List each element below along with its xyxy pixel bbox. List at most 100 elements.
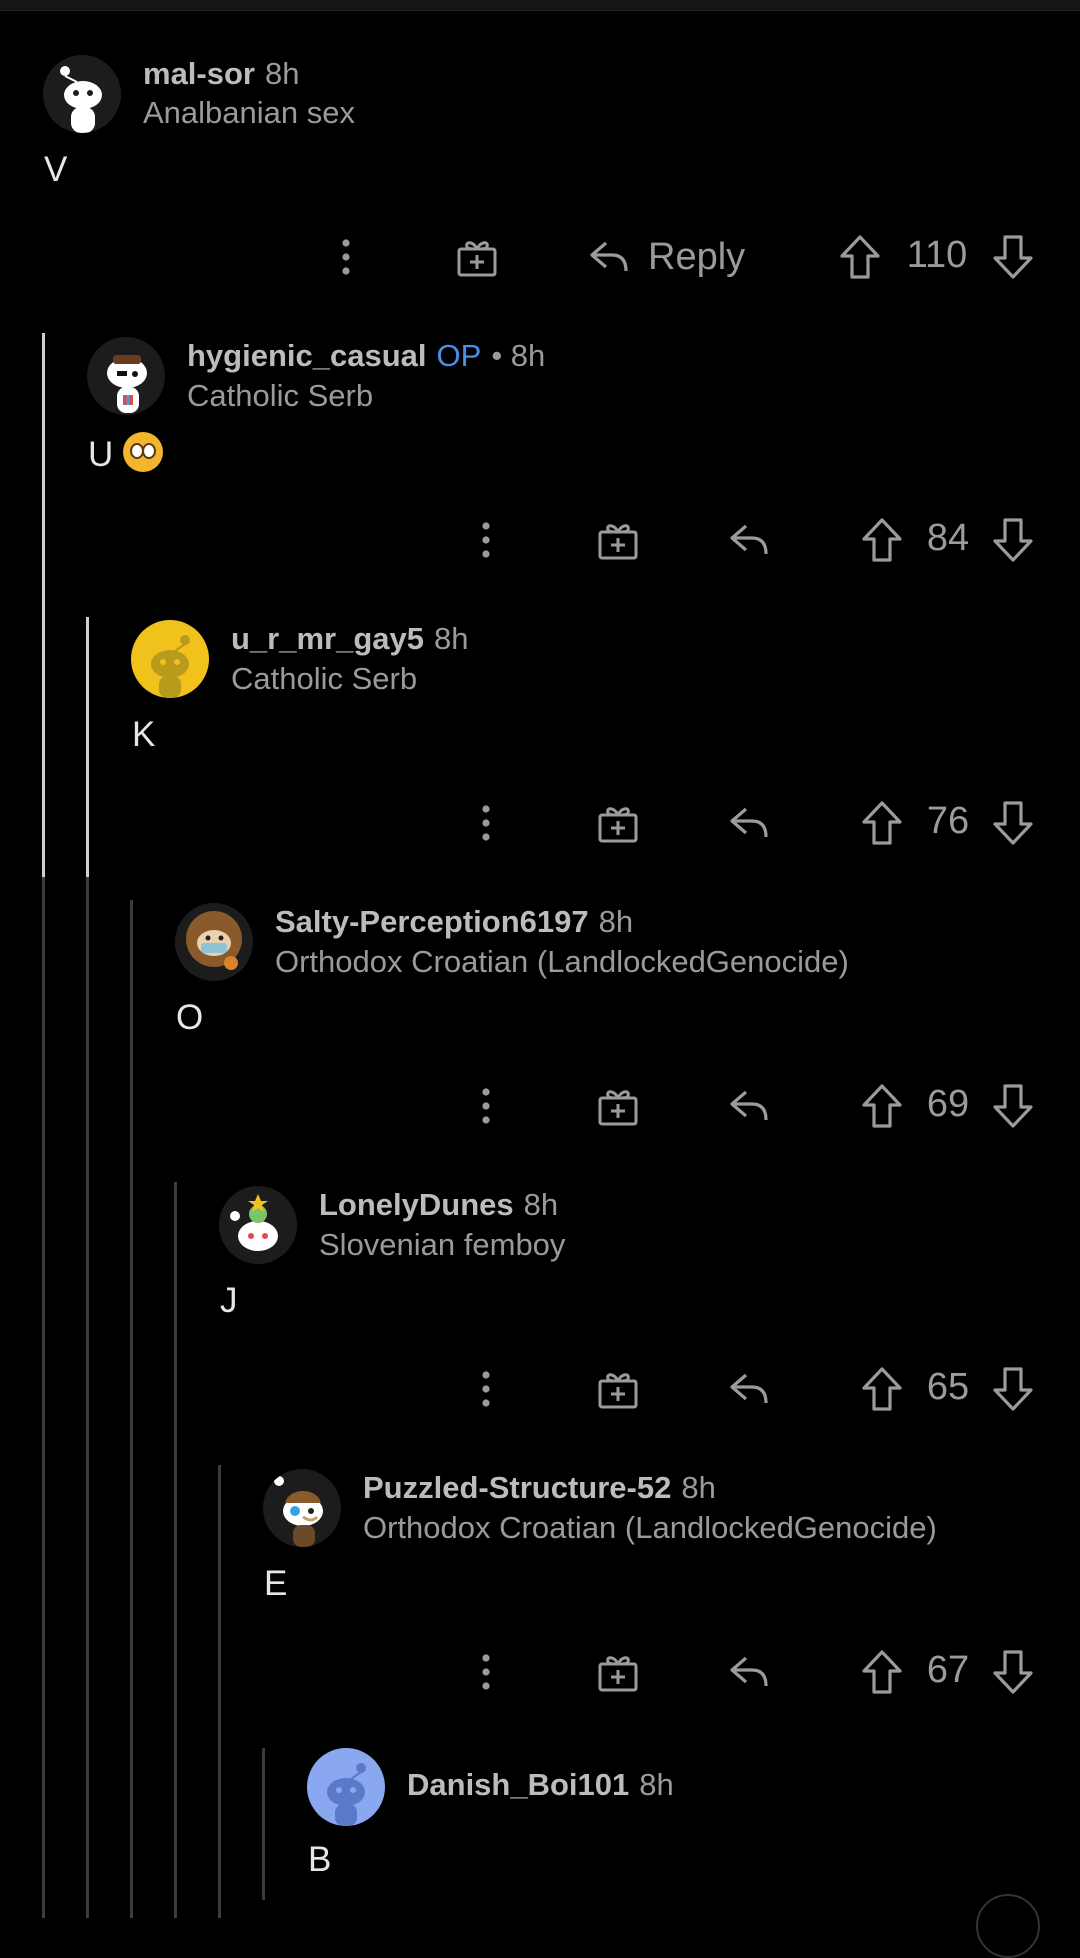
award-icon — [598, 1656, 638, 1692]
username-text[interactable]: Danish_Boi101 — [407, 1767, 629, 1802]
vote-score: 69 — [926, 1083, 970, 1125]
vote-score: 76 — [926, 800, 970, 842]
timestamp: 8h — [434, 621, 469, 656]
downvote-button[interactable] — [991, 1364, 1035, 1414]
more-options-icon — [342, 239, 350, 275]
comment-actions: 67 — [0, 1647, 1080, 1697]
avatar[interactable] — [307, 1748, 385, 1826]
reply-icon — [730, 1373, 768, 1404]
upvote-arrow-icon — [862, 801, 902, 845]
upvote-button[interactable] — [860, 1081, 904, 1131]
snoo-avatar-icon — [263, 1469, 341, 1547]
floating-button-edge[interactable] — [976, 1894, 1040, 1958]
timestamp: • 8h — [491, 338, 546, 373]
username[interactable]: Danish_Boi101 8h — [407, 1767, 674, 1803]
username[interactable]: Puzzled-Structure-52 8h — [363, 1470, 716, 1506]
more-options-button[interactable] — [474, 515, 498, 565]
snoo-avatar-icon — [131, 620, 209, 698]
more-options-button[interactable] — [474, 1081, 498, 1131]
user-flair: Catholic Serb — [187, 378, 374, 413]
username[interactable]: mal-sor 8h — [143, 56, 299, 92]
more-options-icon — [482, 805, 490, 841]
more-options-icon — [482, 1654, 490, 1690]
more-options-button[interactable] — [334, 232, 358, 282]
more-options-icon — [482, 1088, 490, 1124]
avatar[interactable] — [219, 1186, 297, 1264]
award-button[interactable] — [596, 1647, 640, 1697]
thread-line-level-4[interactable] — [174, 1182, 177, 1918]
timestamp: 8h — [681, 1470, 716, 1505]
downvote-arrow-icon — [993, 1084, 1033, 1128]
comment-actions: 84 — [0, 515, 1080, 565]
avatar[interactable] — [263, 1469, 341, 1547]
reply-label[interactable]: Reply — [648, 236, 745, 279]
thread-line-level-6[interactable] — [262, 1748, 265, 1900]
timestamp: 8h — [264, 56, 300, 91]
award-icon — [598, 807, 638, 843]
downvote-button[interactable] — [991, 1647, 1035, 1697]
more-options-button[interactable] — [474, 1647, 498, 1697]
reply-button[interactable]: Reply — [588, 232, 745, 282]
username-text[interactable]: u_r_mr_gay5 — [231, 621, 424, 656]
username-text[interactable]: Salty-Perception6197 — [275, 904, 589, 939]
comment-actions: Reply 110 — [0, 232, 1080, 282]
downvote-arrow-icon — [993, 235, 1033, 279]
reply-button[interactable] — [728, 515, 770, 565]
timestamp: 8h — [639, 1767, 674, 1802]
downvote-arrow-icon — [993, 518, 1033, 562]
user-flair: Catholic Serb — [231, 661, 418, 696]
award-button[interactable] — [596, 1364, 640, 1414]
username-text[interactable]: Puzzled-Structure-52 — [363, 1470, 671, 1505]
upvote-arrow-icon — [862, 518, 902, 562]
reply-icon — [730, 1090, 768, 1121]
upvote-arrow-icon — [862, 1650, 902, 1694]
avatar[interactable] — [87, 337, 165, 415]
avatar[interactable] — [175, 903, 253, 981]
vote-score: 67 — [926, 1649, 970, 1691]
upvote-button[interactable] — [860, 1647, 904, 1697]
more-options-button[interactable] — [474, 1364, 498, 1414]
username-text[interactable]: mal-sor — [143, 56, 255, 91]
reply-button[interactable] — [728, 1364, 770, 1414]
more-options-icon — [482, 1371, 490, 1407]
more-options-button[interactable] — [474, 798, 498, 848]
reply-button[interactable] — [728, 798, 770, 848]
award-button[interactable] — [596, 515, 640, 565]
avatar[interactable] — [131, 620, 209, 698]
comment-actions: 65 — [0, 1364, 1080, 1414]
op-badge: OP — [436, 338, 482, 373]
upvote-button[interactable] — [860, 798, 904, 848]
timestamp: 8h — [598, 904, 634, 939]
username[interactable]: Salty-Perception6197 8h — [275, 904, 633, 940]
username[interactable]: LonelyDunes 8h — [319, 1187, 558, 1223]
comment-actions: 69 — [0, 1081, 1080, 1131]
username-text[interactable]: LonelyDunes — [319, 1187, 514, 1222]
comment-body: K — [132, 715, 156, 754]
downvote-button[interactable] — [991, 1081, 1035, 1131]
username[interactable]: hygienic_casual OP • 8h — [187, 338, 545, 374]
reply-icon — [730, 524, 768, 555]
reply-button[interactable] — [728, 1647, 770, 1697]
top-bar — [0, 0, 1080, 11]
downvote-button[interactable] — [991, 798, 1035, 848]
vote-score: 84 — [926, 517, 970, 559]
award-button[interactable] — [596, 798, 640, 848]
user-flair: Orthodox Croatian (LandlockedGenocide) — [363, 1510, 937, 1545]
username[interactable]: u_r_mr_gay5 8h — [231, 621, 469, 657]
upvote-button[interactable] — [860, 515, 904, 565]
award-button[interactable] — [455, 232, 499, 282]
upvote-arrow-icon — [862, 1084, 902, 1128]
user-flair: Orthodox Croatian (LandlockedGenocide) — [275, 944, 849, 979]
comment-text: U — [88, 435, 114, 474]
downvote-button[interactable] — [991, 232, 1035, 282]
downvote-button[interactable] — [991, 515, 1035, 565]
upvote-button[interactable] — [838, 232, 882, 282]
thread-line-level-1[interactable] — [42, 333, 45, 877]
timestamp: 8h — [523, 1187, 559, 1222]
award-button[interactable] — [596, 1081, 640, 1131]
reply-button[interactable] — [728, 1081, 770, 1131]
award-icon — [457, 241, 497, 277]
upvote-button[interactable] — [860, 1364, 904, 1414]
avatar[interactable] — [43, 55, 121, 133]
username-text[interactable]: hygienic_casual — [187, 338, 427, 373]
